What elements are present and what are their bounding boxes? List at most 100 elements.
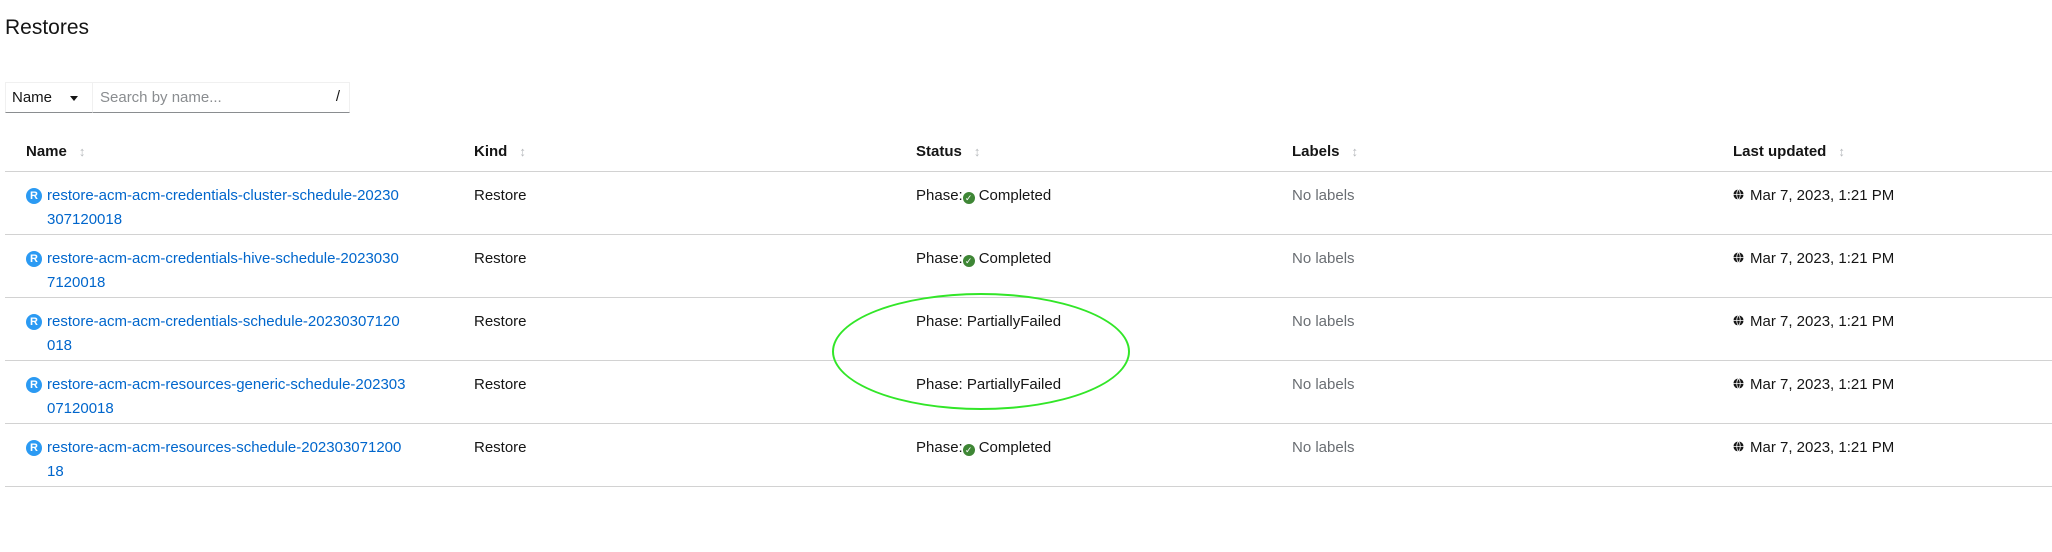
status-text: Phase: PartiallyFailed <box>916 361 1292 397</box>
cell-name: R restore-acm-acm-resources-generic-sche… <box>5 360 474 424</box>
page-title: Restores <box>5 16 90 39</box>
column-header-labels[interactable]: Labels ↕ <box>1292 131 1733 172</box>
column-header-last-updated[interactable]: Last updated ↕ <box>1733 131 2052 172</box>
cell-kind: Restore <box>474 234 916 298</box>
cell-labels: No labels <box>1292 297 1733 361</box>
restore-badge-icon: R <box>26 314 42 330</box>
status-prefix: Phase: <box>916 439 963 456</box>
kind-text: Restore <box>474 187 527 204</box>
column-header-label: Kind <box>474 142 508 160</box>
cell-status: Phase: ✓ Completed <box>916 234 1292 298</box>
status-prefix: Phase: <box>916 376 963 393</box>
status-text: Phase: ✓ Completed <box>916 424 1292 460</box>
search-input[interactable] <box>93 88 322 107</box>
globe-icon <box>1733 378 1744 389</box>
cell-kind: Restore <box>474 360 916 424</box>
cell-status: Phase: ✓ Completed <box>916 171 1292 235</box>
status-value: Completed <box>978 187 1052 204</box>
cell-kind: Restore <box>474 171 916 235</box>
last-updated-value: Mar 7, 2023, 1:21 PM <box>1750 250 1895 267</box>
kind-text: Restore <box>474 376 527 393</box>
check-circle-icon: ✓ <box>962 192 975 204</box>
globe-icon <box>1733 189 1744 200</box>
restore-name-link[interactable]: restore-acm-acm-credentials-cluster-sche… <box>47 184 407 232</box>
cell-name: R restore-acm-acm-credentials-hive-sched… <box>5 234 474 298</box>
table-row: R restore-acm-acm-credentials-schedule-2… <box>5 297 2052 361</box>
cell-last-updated: Mar 7, 2023, 1:21 PM <box>1733 234 2052 298</box>
column-header-name[interactable]: Name ↕ <box>5 131 474 172</box>
labels-text: No labels <box>1292 439 1355 456</box>
status-value: Completed <box>978 250 1052 267</box>
cell-last-updated: Mar 7, 2023, 1:21 PM <box>1733 360 2052 424</box>
restores-page: Restores Name / Name ↕ Kind <box>0 0 2052 552</box>
globe-icon <box>1733 252 1744 263</box>
cell-kind: Restore <box>474 423 916 487</box>
sort-icon[interactable]: ↕ <box>79 144 86 159</box>
last-updated-value: Mar 7, 2023, 1:21 PM <box>1750 439 1895 456</box>
timestamp: Mar 7, 2023, 1:21 PM <box>1733 361 2052 397</box>
labels-text: No labels <box>1292 376 1355 393</box>
restores-table: Name ↕ Kind ↕ Status ↕ Labels ↕ Last upd… <box>5 131 2052 487</box>
status-value: Completed <box>978 439 1052 456</box>
column-header-label: Name <box>26 142 67 160</box>
sort-icon[interactable]: ↕ <box>519 144 526 159</box>
restore-badge-icon: R <box>26 188 42 204</box>
last-updated-value: Mar 7, 2023, 1:21 PM <box>1750 313 1895 330</box>
search-field: / <box>93 82 350 113</box>
sort-icon[interactable]: ↕ <box>1352 144 1359 159</box>
table-header-row: Name ↕ Kind ↕ Status ↕ Labels ↕ Last upd… <box>5 131 2052 172</box>
cell-name: R restore-acm-acm-credentials-cluster-sc… <box>5 171 474 235</box>
table-row: R restore-acm-acm-credentials-cluster-sc… <box>5 171 2052 235</box>
table-body: R restore-acm-acm-credentials-cluster-sc… <box>5 171 2052 487</box>
cell-labels: No labels <box>1292 423 1733 487</box>
check-circle-icon: ✓ <box>962 255 975 267</box>
cell-labels: No labels <box>1292 360 1733 424</box>
cell-last-updated: Mar 7, 2023, 1:21 PM <box>1733 423 2052 487</box>
cell-status: Phase: ✓ Completed <box>916 423 1292 487</box>
status-prefix: Phase: <box>916 313 963 330</box>
kind-text: Restore <box>474 250 527 267</box>
table-row: R restore-acm-acm-credentials-hive-sched… <box>5 234 2052 298</box>
restore-name-link[interactable]: restore-acm-acm-credentials-schedule-202… <box>47 310 407 358</box>
status-text: Phase: PartiallyFailed <box>916 298 1292 334</box>
status-text: Phase: ✓ Completed <box>916 172 1292 208</box>
cell-last-updated: Mar 7, 2023, 1:21 PM <box>1733 297 2052 361</box>
cell-name: R restore-acm-acm-resources-schedule-202… <box>5 423 474 487</box>
restore-badge-icon: R <box>26 251 42 267</box>
timestamp: Mar 7, 2023, 1:21 PM <box>1733 424 2052 460</box>
restore-badge-icon: R <box>26 440 42 456</box>
column-header-label: Labels <box>1292 142 1340 160</box>
filter-type-dropdown[interactable]: Name <box>5 82 93 113</box>
cell-status: Phase: PartiallyFailed <box>916 297 1292 361</box>
cell-labels: No labels <box>1292 171 1733 235</box>
kind-text: Restore <box>474 313 527 330</box>
filter-toolbar: Name / <box>5 82 350 113</box>
labels-text: No labels <box>1292 313 1355 330</box>
timestamp: Mar 7, 2023, 1:21 PM <box>1733 172 2052 208</box>
status-prefix: Phase: <box>916 250 963 267</box>
caret-down-icon <box>70 96 78 101</box>
status-value: PartiallyFailed <box>966 376 1062 393</box>
keyboard-shortcut-hint: / <box>335 88 340 105</box>
column-header-label: Status <box>916 142 962 160</box>
restore-name-link[interactable]: restore-acm-acm-resources-generic-schedu… <box>47 373 407 421</box>
sort-icon[interactable]: ↕ <box>1838 144 1845 159</box>
filter-type-label: Name <box>12 89 53 106</box>
sort-icon[interactable]: ↕ <box>974 144 981 159</box>
restore-name-link[interactable]: restore-acm-acm-resources-schedule-20230… <box>47 436 407 484</box>
status-text: Phase: ✓ Completed <box>916 235 1292 271</box>
timestamp: Mar 7, 2023, 1:21 PM <box>1733 235 2052 271</box>
kind-text: Restore <box>474 439 527 456</box>
table-row: R restore-acm-acm-resources-generic-sche… <box>5 360 2052 424</box>
table-row: R restore-acm-acm-resources-schedule-202… <box>5 423 2052 487</box>
column-header-label: Last updated <box>1733 142 1827 160</box>
cell-last-updated: Mar 7, 2023, 1:21 PM <box>1733 171 2052 235</box>
last-updated-value: Mar 7, 2023, 1:21 PM <box>1750 376 1895 393</box>
cell-status: Phase: PartiallyFailed <box>916 360 1292 424</box>
restore-name-link[interactable]: restore-acm-acm-credentials-hive-schedul… <box>47 247 407 295</box>
column-header-kind[interactable]: Kind ↕ <box>474 131 916 172</box>
column-header-status[interactable]: Status ↕ <box>916 131 1292 172</box>
restore-badge-icon: R <box>26 377 42 393</box>
status-prefix: Phase: <box>916 187 963 204</box>
status-value: PartiallyFailed <box>966 313 1062 330</box>
